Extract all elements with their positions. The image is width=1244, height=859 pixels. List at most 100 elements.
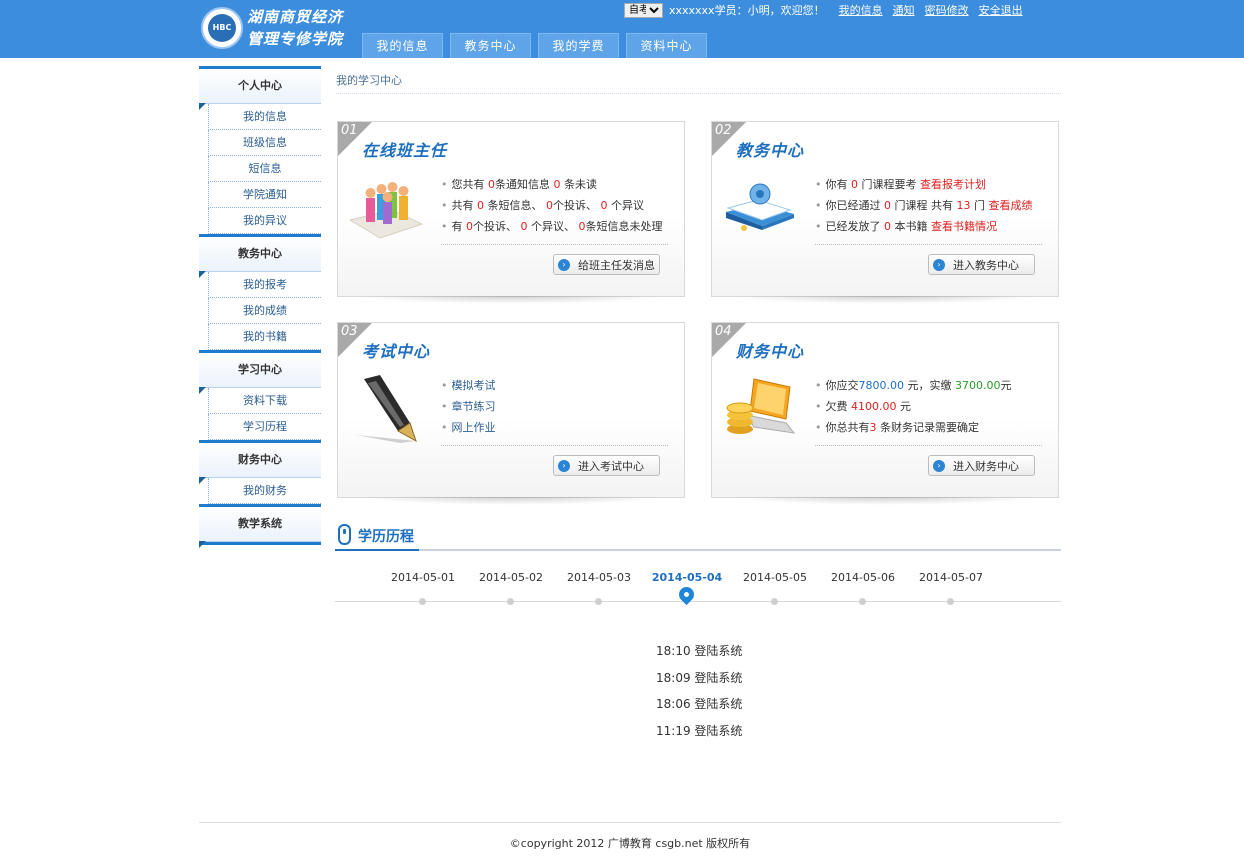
timeline-date[interactable]: 2014-05-03 [559,571,639,584]
online-homework-link[interactable]: 网上作业 [441,417,496,438]
nav-tab-my-info[interactable]: 我的信息 [362,33,443,58]
list-item: 已经发放了 0 本书籍 查看书籍情况 [815,216,1033,237]
chapter-practice-link[interactable]: 章节练习 [441,396,496,417]
card-info-list: 你应交7800.00 元，实缴 3700.00元 欠费 4100.00 元 你总… [815,375,1012,438]
arrow-right-icon: › [558,258,570,271]
nav-tab-tuition[interactable]: 我的学费 [538,33,619,58]
timeline-date[interactable]: 2014-05-06 [823,571,903,584]
sidebar-item-downloads[interactable]: 资料下载 [208,388,321,414]
sidebar-group-label: 学习中心 [238,363,282,376]
laptop-coins-icon [726,378,796,434]
card-divider [815,244,1042,245]
link-my-info[interactable]: 我的信息 [839,2,883,18]
sidebar-group-personal[interactable]: 个人中心 [199,66,321,110]
site-logo[interactable]: HBC 湖南商贸经济 管理专修学院 [201,5,351,53]
sidebar-item-class-info[interactable]: 班级信息 [208,130,321,156]
sidebar-item-study-history[interactable]: 学习历程 [208,414,321,440]
mouse-icon [338,524,351,545]
view-books-link[interactable]: 查看书籍情况 [931,220,997,233]
enter-academic-button[interactable]: › 进入教务中心 [928,254,1035,275]
card-shadow [358,296,664,304]
card-divider [441,445,668,446]
list-item: 有 0个投诉、 0 个异议、 0条短信息未处理 [441,216,663,237]
logo-subtitle: 管理专修学院 [247,30,344,48]
card-divider [815,445,1042,446]
school-emblem-icon: HBC [201,7,243,49]
sidebar-group-teaching[interactable]: 教学系统 [199,504,321,548]
user-bar: 自考 xxxxxxx学员：小明，欢迎您！ 我的信息 通知 密码修改 安全退出 [624,2,1033,18]
fountain-pen-icon [356,375,417,443]
card-info-list: 你有 0 门课程要考 查看报考计划 你已经通过 0 门课程 共有 13 门 查看… [815,174,1033,237]
timeline-dot[interactable] [595,598,602,605]
enter-finance-button[interactable]: › 进入财务中心 [928,455,1035,476]
timeline-date[interactable]: 2014-05-01 [383,571,463,584]
sidebar-item-registration[interactable]: 我的报考 [208,272,321,298]
timeline-title: 学历历程 [358,529,414,545]
sidebar-group-study[interactable]: 学习中心 [199,350,321,394]
timeline-title-underline [335,549,419,551]
card-shadow [358,497,664,505]
sidebar-group-academic[interactable]: 教务中心 [199,234,321,278]
timeline-dot[interactable] [419,598,426,605]
arrow-right-icon: › [933,258,945,271]
link-notice[interactable]: 通知 [893,2,915,18]
corner-triangle-icon [199,271,206,278]
timeline-dot[interactable] [507,598,514,605]
card-info-list: 模拟考试 章节练习 网上作业 [441,375,496,438]
timeline-dot[interactable] [859,598,866,605]
list-item: 你应交7800.00 元，实缴 3700.00元 [815,375,1012,396]
timeline-dot[interactable] [771,598,778,605]
sidebar-item-objections[interactable]: 我的异议 [208,208,321,234]
sidebar-item-notices[interactable]: 学院通知 [208,182,321,208]
corner-triangle-icon [199,387,206,394]
timeline-date[interactable]: 2014-05-07 [911,571,991,584]
card-shadow [732,296,1038,304]
timeline-dot[interactable] [947,598,954,605]
welcome-text: xxxxxxx学员：小明，欢迎您！ [669,4,825,17]
view-exam-plan-link[interactable]: 查看报考计划 [920,178,986,191]
sidebar-item-messages[interactable]: 短信息 [208,156,321,182]
sidebar-group-finance[interactable]: 财务中心 [199,440,321,484]
sidebar-group-label: 财务中心 [238,453,282,466]
list-item: 你总共有3 条财务记录需要确定 [815,417,1012,438]
list-item: 欠费 4100.00 元 [815,396,1012,417]
sidebar-item-books[interactable]: 我的书籍 [208,324,321,350]
timeline-date-active[interactable]: 2014-05-04 [647,571,727,584]
button-label: 进入考试中心 [578,459,644,473]
card-number: 03 [341,324,358,339]
link-logout[interactable]: 安全退出 [979,2,1023,18]
footer-copyright: ©copyright 2012 广博教育 csgb.net 版权所有 [199,822,1061,851]
card-number: 02 [715,123,732,138]
sidebar-item-my-finance[interactable]: 我的财务 [208,478,321,504]
sidebar-item-grades[interactable]: 我的成绩 [208,298,321,324]
card-finance-center: 04 财务中心 你应交7800.00 元，实缴 3700.00元 欠费 4100… [711,322,1059,505]
card-info-list: 您共有 0条通知信息 0 条未读 共有 0 条短信息、 0个投诉、 0 个异议 … [441,174,663,237]
view-grades-link[interactable]: 查看成绩 [989,199,1033,212]
sidebar-bottom-bar [199,542,321,545]
card-shadow [732,497,1038,505]
book-icon [726,183,794,231]
sidebar-group-label: 教学系统 [238,517,282,530]
message-teacher-button[interactable]: › 给班主任发消息 [553,254,660,275]
log-entry: 18:10 登陆系统 [656,644,743,658]
nav-tab-academic[interactable]: 教务中心 [450,33,531,58]
enter-exam-button[interactable]: › 进入考试中心 [553,455,660,476]
card-number: 01 [341,123,358,138]
card-academic-center: 02 教务中心 你有 0 门课程要考 查看报考计划 你已经通过 0 门课程 共有… [711,121,1059,304]
timeline-date[interactable]: 2014-05-05 [735,571,815,584]
list-item: 你已经通过 0 门课程 共有 13 门 查看成绩 [815,195,1033,216]
card-divider [441,244,668,245]
arrow-right-icon: › [558,459,570,472]
mock-exam-link[interactable]: 模拟考试 [441,375,496,396]
sidebar-group-label: 个人中心 [238,79,282,92]
nav-tab-resources[interactable]: 资料中心 [626,33,707,58]
list-item: 您共有 0条通知信息 0 条未读 [441,174,663,195]
corner-triangle-icon [199,477,206,484]
sidebar-item-my-info[interactable]: 我的信息 [208,104,321,130]
timeline-date[interactable]: 2014-05-02 [471,571,551,584]
link-change-password[interactable]: 密码修改 [925,2,969,18]
exam-type-select[interactable]: 自考 [624,2,663,18]
people-group-icon [348,182,424,239]
timeline-header: 学历历程 [335,521,1061,551]
card-number: 04 [715,324,732,339]
